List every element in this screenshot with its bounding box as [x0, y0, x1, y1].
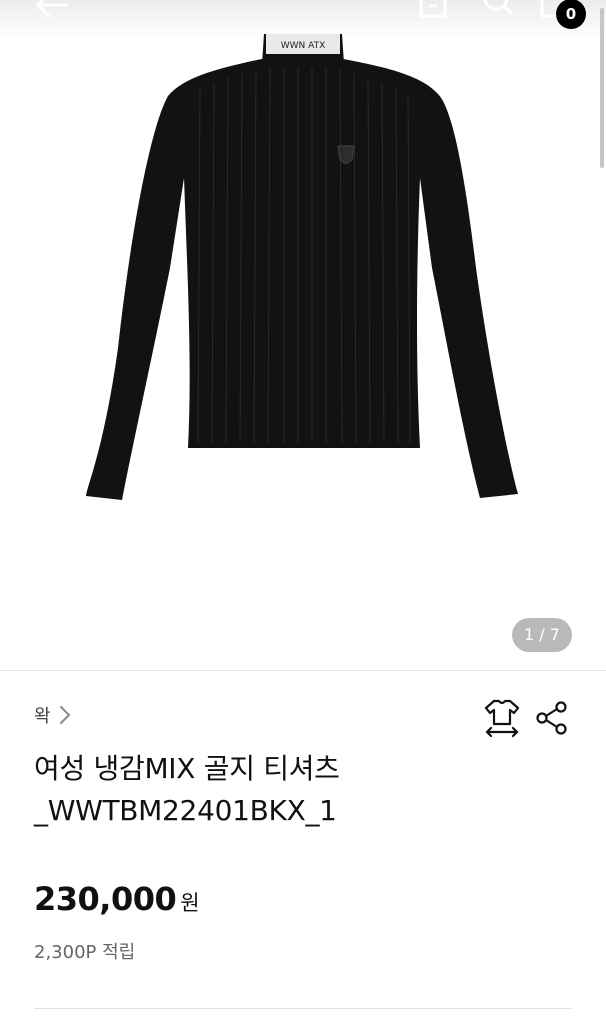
product-title-line-1: 여성 냉감MIX 골지 티셔츠: [34, 752, 340, 785]
reward-points: 2,300P 적립: [34, 942, 136, 963]
share-box-icon[interactable]: [416, 0, 450, 20]
divider: [0, 670, 606, 671]
brand-link[interactable]: 왁: [34, 702, 71, 728]
search-icon[interactable]: [478, 0, 518, 22]
image-counter: 1 / 7: [512, 618, 572, 652]
size-guide-shirt-icon[interactable]: [482, 698, 522, 738]
price-row: 230,000 원: [34, 880, 200, 918]
chevron-right-icon: [59, 706, 70, 724]
price-value: 230,000: [34, 880, 177, 918]
price-currency: 원: [180, 891, 200, 915]
scrollbar[interactable]: [600, 8, 604, 168]
divider: [34, 1008, 572, 1009]
brand-name: 왁: [34, 706, 51, 727]
share-icon[interactable]: [534, 700, 570, 736]
neck-label: WWN ATX: [281, 41, 326, 51]
product-image-gallery[interactable]: 0 WWN ATX 1 / 7: [0, 0, 606, 670]
product-title: 여성 냉감MIX 골지 티셔츠 _WWTBM22401BKX_1: [34, 748, 564, 832]
product-image-sweater: WWN ATX: [86, 34, 518, 500]
back-arrow-icon[interactable]: [32, 0, 72, 22]
product-title-line-2: _WWTBM22401BKX_1: [34, 794, 337, 827]
cart-count-badge[interactable]: 0: [556, 0, 586, 29]
